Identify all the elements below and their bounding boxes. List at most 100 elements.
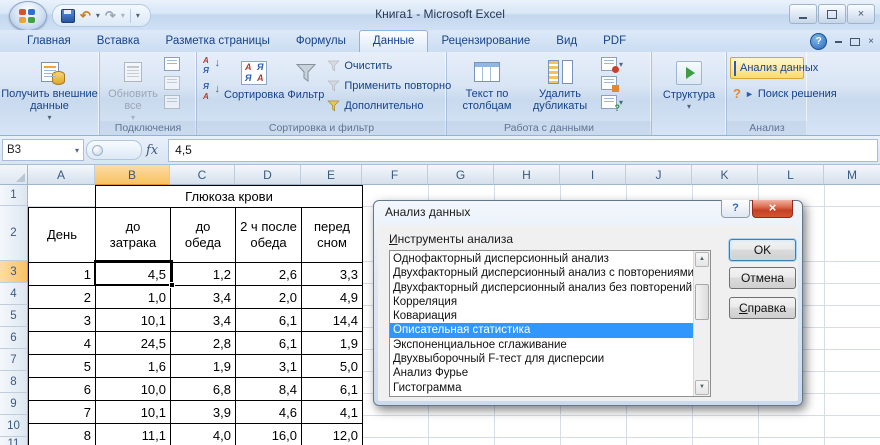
cell[interactable]: 1,0 <box>96 286 171 309</box>
customize-qat-icon[interactable]: ▾ <box>136 11 140 20</box>
list-item[interactable]: Экспоненциальное сглаживание <box>390 338 693 352</box>
name-box-dropdown-icon[interactable]: ▾ <box>75 146 79 155</box>
row-header-3[interactable]: 3 <box>0 261 28 283</box>
cell-a1[interactable] <box>29 186 96 208</box>
close-button[interactable]: × <box>847 4 875 24</box>
tab-formulas[interactable]: Формулы <box>283 31 359 52</box>
list-item-selected[interactable]: Описательная статистика <box>390 323 693 337</box>
col-header-g[interactable]: G <box>428 165 494 185</box>
cell[interactable]: 6 <box>29 378 96 401</box>
list-item[interactable]: Ковариация <box>390 309 693 323</box>
tab-insert[interactable]: Вставка <box>84 31 153 52</box>
list-item[interactable]: Корреляция <box>390 295 693 309</box>
col-header-l[interactable]: L <box>758 165 824 185</box>
remove-duplicates-button[interactable]: Удалить дубликаты <box>527 54 593 112</box>
header-before-breakfast[interactable]: до затрака <box>96 208 171 263</box>
listbox-scrollbar[interactable]: ▲ ▼ <box>693 251 710 396</box>
connection-properties-icon[interactable] <box>164 57 180 71</box>
header-before-sleep[interactable]: перед сном <box>302 208 363 263</box>
save-icon[interactable] <box>61 9 75 23</box>
row-header-8[interactable]: 8 <box>0 371 28 393</box>
header-before-lunch[interactable]: до обеда <box>171 208 236 263</box>
cell[interactable]: 11,1 <box>96 424 171 445</box>
cell[interactable]: 1,9 <box>302 332 363 355</box>
cell[interactable]: 24,5 <box>96 332 171 355</box>
row-header-9[interactable]: 9 <box>0 393 28 415</box>
tab-review[interactable]: Рецензирование <box>428 31 543 52</box>
cancel-button[interactable]: Отмена <box>729 267 796 289</box>
cell[interactable]: 8 <box>29 424 96 445</box>
list-item[interactable]: Гистограмма <box>390 381 693 395</box>
tab-data[interactable]: Данные <box>359 30 429 52</box>
list-item[interactable]: Двухфакторный дисперсионный анализ с пов… <box>390 266 693 280</box>
cell[interactable]: 14,4 <box>302 309 363 332</box>
ok-button[interactable]: OK <box>729 239 796 261</box>
header-after-lunch[interactable]: 2 ч после обеда <box>236 208 302 263</box>
col-header-b[interactable]: B <box>95 165 170 185</box>
col-header-e[interactable]: E <box>301 165 362 185</box>
office-button[interactable] <box>9 1 47 31</box>
col-header-i[interactable]: I <box>560 165 626 185</box>
col-header-a[interactable]: A <box>28 165 95 185</box>
cell[interactable]: 3,3 <box>302 263 363 286</box>
tab-view[interactable]: Вид <box>543 31 590 52</box>
workbook-close-button[interactable]: × <box>868 36 874 47</box>
cell[interactable]: 8,4 <box>236 378 302 401</box>
cell[interactable]: 6,1 <box>302 378 363 401</box>
cell[interactable]: 5,0 <box>302 355 363 378</box>
cell[interactable]: 1,2 <box>171 263 236 286</box>
cell[interactable]: 3,9 <box>171 401 236 424</box>
scroll-track[interactable] <box>694 320 710 379</box>
cell[interactable]: 4,6 <box>236 401 302 424</box>
row-header-7[interactable]: 7 <box>0 349 28 371</box>
tab-home[interactable]: Главная <box>14 31 84 52</box>
cell[interactable]: 3 <box>29 309 96 332</box>
row-header-2[interactable]: 2 <box>0 206 28 261</box>
col-header-m[interactable]: M <box>824 165 880 185</box>
data-analysis-button[interactable]: Анализ данных <box>730 57 804 79</box>
cell[interactable]: 1,9 <box>171 355 236 378</box>
help-button[interactable]: Справка <box>729 297 796 319</box>
cell[interactable]: 3,1 <box>236 355 302 378</box>
cell[interactable]: 4,1 <box>302 401 363 424</box>
cell[interactable]: 10,1 <box>96 401 171 424</box>
list-item[interactable]: Двухфакторный дисперсионный анализ без п… <box>390 281 693 295</box>
cell[interactable]: 5 <box>29 355 96 378</box>
workbook-minimize-button[interactable] <box>835 41 842 43</box>
sort-button[interactable]: АЯЯА Сортировка <box>224 55 284 115</box>
cell[interactable]: 6,1 <box>236 309 302 332</box>
formula-input[interactable]: 4,5 <box>168 139 878 162</box>
solver-button[interactable]: ?► Поиск решения <box>730 85 804 103</box>
data-validation-icon[interactable] <box>601 57 617 71</box>
cell[interactable]: 3,4 <box>171 286 236 309</box>
cell[interactable]: 6,8 <box>171 378 236 401</box>
scroll-down-icon[interactable]: ▼ <box>695 380 709 395</box>
cell[interactable]: 10,1 <box>96 309 171 332</box>
dialog-help-button[interactable]: ? <box>721 200 750 218</box>
col-header-j[interactable]: J <box>626 165 692 185</box>
cell[interactable]: 3,4 <box>171 309 236 332</box>
row-header-5[interactable]: 5 <box>0 305 28 327</box>
cell[interactable]: 1 <box>29 263 96 286</box>
row-header-6[interactable]: 6 <box>0 327 28 349</box>
undo-icon[interactable]: ↶ <box>80 9 91 22</box>
advanced-filter-button[interactable]: Дополнительно <box>327 97 451 115</box>
text-to-columns-button[interactable]: Текст по столбцам <box>455 54 519 112</box>
row-header-10[interactable]: 10 <box>0 415 28 437</box>
what-if-analysis-icon[interactable]: ? <box>601 95 617 109</box>
cell[interactable]: 2,8 <box>171 332 236 355</box>
workbook-restore-button[interactable] <box>850 38 860 46</box>
col-header-c[interactable]: C <box>170 165 235 185</box>
active-cell-border[interactable] <box>94 260 173 286</box>
scroll-up-icon[interactable]: ▲ <box>695 252 709 267</box>
filter-button[interactable]: Фильтр <box>287 55 324 115</box>
minimize-button[interactable] <box>789 4 817 24</box>
cell[interactable]: 2,0 <box>236 286 302 309</box>
list-item[interactable]: Анализ Фурье <box>390 366 693 380</box>
list-item[interactable]: Однофакторный дисперсионный анализ <box>390 252 693 266</box>
table-title-cell[interactable]: Глюкоза крови <box>96 186 363 208</box>
dialog-close-button[interactable]: × <box>752 200 793 218</box>
cell[interactable]: 1,6 <box>96 355 171 378</box>
cell[interactable]: 6,1 <box>236 332 302 355</box>
get-external-data-button[interactable]: Получить внешние данные ▾ <box>0 54 99 124</box>
